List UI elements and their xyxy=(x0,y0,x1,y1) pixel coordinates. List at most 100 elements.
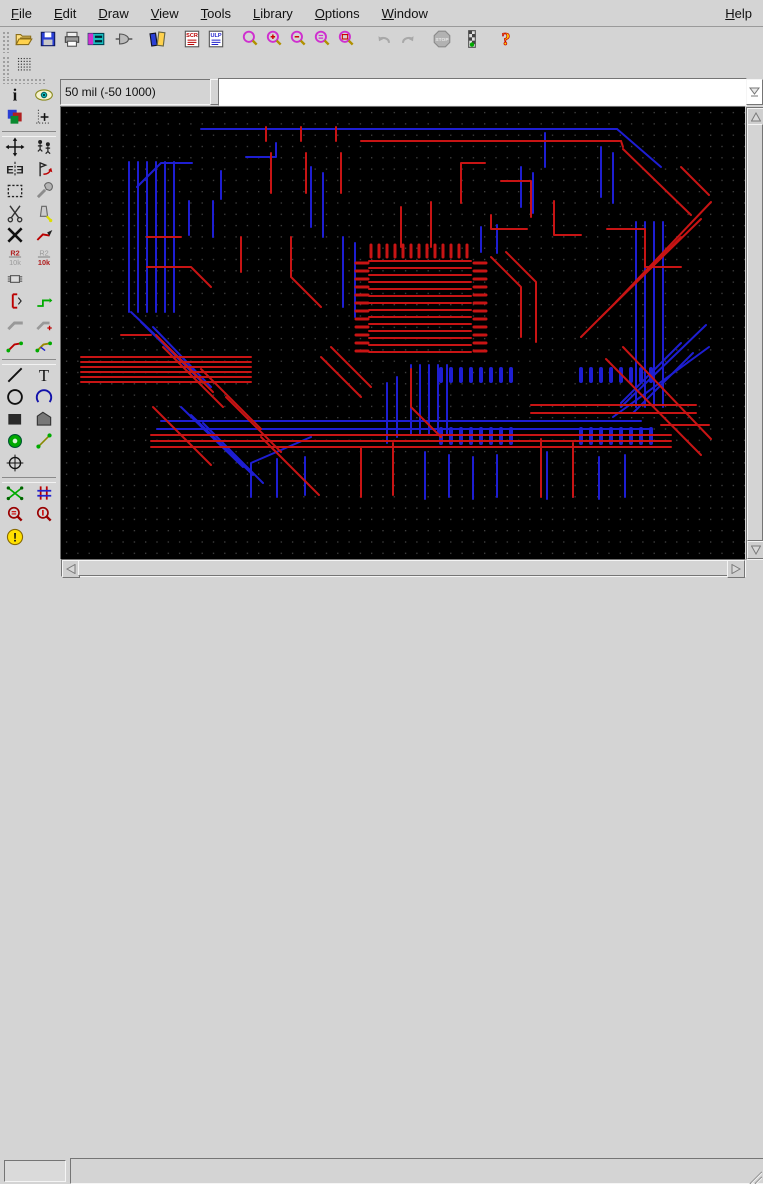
hole-tool[interactable] xyxy=(0,454,29,476)
undo-icon xyxy=(374,29,394,54)
menubar: FileEditDrawViewToolsLibraryOptionsWindo… xyxy=(0,0,763,27)
svg-text:10k: 10k xyxy=(37,257,50,266)
signal-tool[interactable] xyxy=(29,432,58,454)
group-tool[interactable] xyxy=(0,182,29,204)
zoom-fit-icon xyxy=(240,29,260,54)
menu-item-tools[interactable]: Tools xyxy=(190,3,242,24)
ulp-button[interactable]: ULP xyxy=(204,30,228,54)
zoom-out-icon xyxy=(288,29,308,54)
menu-item-view[interactable]: View xyxy=(140,3,190,24)
ripup-tool[interactable] xyxy=(29,226,58,248)
command-dropdown-button[interactable] xyxy=(746,79,763,105)
svg-text:R2: R2 xyxy=(10,248,19,257)
arc-tool[interactable] xyxy=(29,388,58,410)
save-icon xyxy=(38,29,58,54)
mirror-tool[interactable]: EE xyxy=(0,160,29,182)
route-tool[interactable] xyxy=(0,314,29,336)
mark-tool[interactable] xyxy=(29,108,58,130)
text-tool[interactable]: T xyxy=(29,366,58,388)
horizontal-scroll-thumb[interactable] xyxy=(78,560,728,576)
ratsnest-tool[interactable] xyxy=(0,484,29,506)
change-tool[interactable] xyxy=(29,182,58,204)
delete-tool[interactable] xyxy=(0,226,29,248)
secondary-toolbar xyxy=(0,56,763,77)
palette-drag-handle[interactable] xyxy=(2,78,46,84)
menu-item-draw[interactable]: Draw xyxy=(87,3,139,24)
resize-grip-icon[interactable] xyxy=(748,1171,762,1184)
errors-tool[interactable]: ! xyxy=(0,528,29,550)
traffic-icon xyxy=(462,29,482,54)
traffic-button[interactable] xyxy=(460,30,484,54)
print-button[interactable] xyxy=(60,30,84,54)
zoom-select-button[interactable] xyxy=(334,30,358,54)
arrow-down-icon xyxy=(751,545,761,555)
rect-tool[interactable] xyxy=(0,410,29,432)
zoom-redraw-button[interactable] xyxy=(310,30,334,54)
menu-item-file[interactable]: File xyxy=(0,3,43,24)
command-input[interactable] xyxy=(219,79,748,103)
board-button[interactable] xyxy=(112,30,136,54)
arrow-up-icon xyxy=(751,112,761,122)
paste-tool[interactable] xyxy=(29,204,58,226)
menu-item-options[interactable]: Options xyxy=(304,3,371,24)
auto-tool[interactable] xyxy=(29,484,58,506)
via-tool[interactable] xyxy=(0,432,29,454)
vertical-scrollbar[interactable] xyxy=(746,107,763,560)
zoom-in-button[interactable] xyxy=(262,30,286,54)
display-tool[interactable] xyxy=(0,108,29,130)
cut-tool[interactable] xyxy=(0,204,29,226)
save-button[interactable] xyxy=(36,30,60,54)
copy-tool[interactable] xyxy=(29,138,58,160)
info-tool[interactable]: i xyxy=(0,86,29,108)
status-message xyxy=(70,1158,763,1184)
menu-item-help[interactable]: Help xyxy=(714,3,763,24)
svg-text:i: i xyxy=(12,85,17,104)
toolbar-drag-handle[interactable] xyxy=(2,31,9,53)
print-icon xyxy=(62,29,82,54)
svg-text:!: ! xyxy=(12,530,16,544)
smash-tool[interactable] xyxy=(0,270,29,292)
chevron-down-icon xyxy=(749,87,760,97)
help-button[interactable]: ? xyxy=(494,30,518,54)
name-tool[interactable]: R210k xyxy=(0,248,29,270)
split-tool[interactable] xyxy=(0,292,29,314)
ulp-icon: ULP xyxy=(206,29,226,54)
cam-button[interactable] xyxy=(84,30,108,54)
scroll-right-button[interactable] xyxy=(727,560,745,578)
zoom-out-button[interactable] xyxy=(286,30,310,54)
open-button[interactable] xyxy=(12,30,36,54)
hole-icon xyxy=(5,453,25,478)
show-tool[interactable] xyxy=(29,86,58,108)
drc-tool[interactable] xyxy=(0,506,29,528)
rotate-tool[interactable] xyxy=(29,160,58,182)
optimize-tool[interactable] xyxy=(29,292,58,314)
bend-a-tool[interactable] xyxy=(0,336,29,358)
menu-item-library[interactable]: Library xyxy=(242,3,304,24)
pcb-canvas[interactable] xyxy=(60,106,745,559)
vertical-scroll-thumb[interactable] xyxy=(747,124,763,541)
menu-item-window[interactable]: Window xyxy=(371,3,439,24)
move-tool[interactable] xyxy=(0,138,29,160)
scr-button[interactable]: SCR xyxy=(180,30,204,54)
stop-icon: STOP xyxy=(432,29,452,54)
toolbar-drag-handle[interactable] xyxy=(2,56,9,78)
polygon-tool[interactable] xyxy=(29,410,58,432)
palette-grid: iEER210kR210kT! xyxy=(0,86,58,550)
arrow-left-icon xyxy=(66,564,76,574)
scroll-down-button[interactable] xyxy=(747,541,763,559)
zoom-fit-button[interactable] xyxy=(238,30,262,54)
menu-item-edit[interactable]: Edit xyxy=(43,3,87,24)
bend-b-tool[interactable] xyxy=(29,336,58,358)
wire-tool[interactable] xyxy=(0,366,29,388)
status-bar xyxy=(0,578,763,607)
value-tool[interactable]: R210k xyxy=(29,248,58,270)
horizontal-scrollbar[interactable] xyxy=(61,559,746,577)
palette-empty-cell xyxy=(29,454,58,476)
library-button[interactable] xyxy=(146,30,170,54)
zoom-select-icon xyxy=(336,29,356,54)
circle-tool[interactable] xyxy=(0,388,29,410)
miter-tool[interactable] xyxy=(29,314,58,336)
grid-button[interactable] xyxy=(12,55,36,79)
stop-button: STOP xyxy=(430,30,454,54)
erc-tool[interactable] xyxy=(29,506,58,528)
